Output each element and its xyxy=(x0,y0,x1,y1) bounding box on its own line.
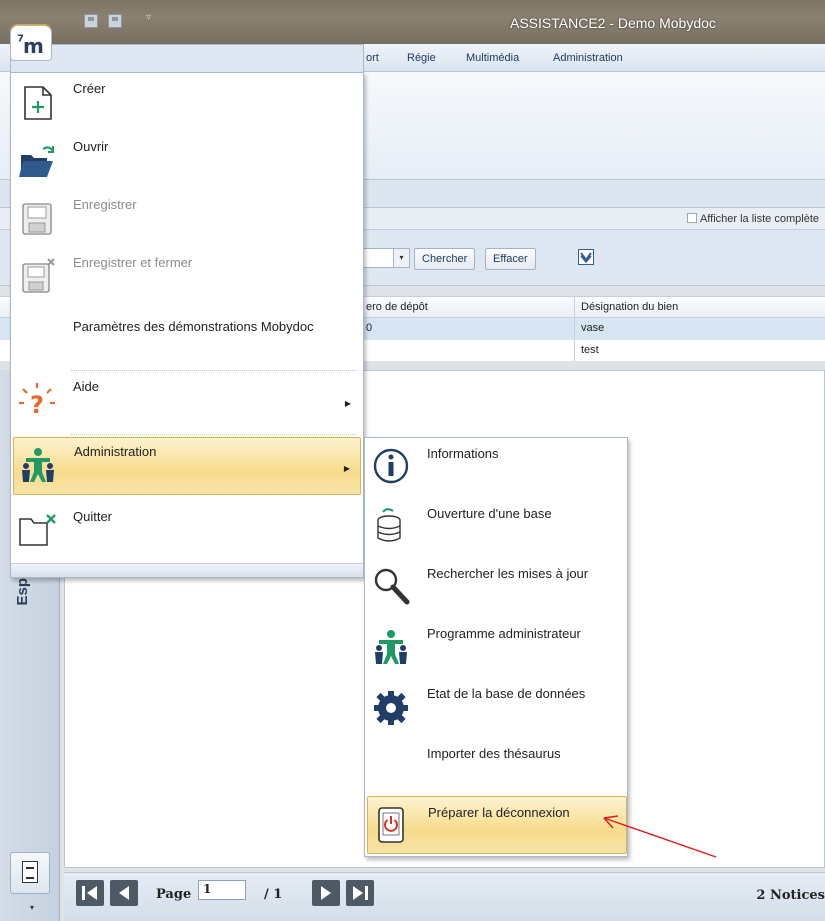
submenu-item-prepare-disconnect[interactable]: Préparer la déconnexion xyxy=(367,796,627,854)
menu-item-demo-settings[interactable]: Paramètres des démonstrations Mobydoc xyxy=(13,307,361,365)
tab-regie[interactable]: Régie xyxy=(407,52,436,64)
search-icon xyxy=(374,568,410,605)
submenu-item-check-updates[interactable]: Rechercher les mises à jour xyxy=(367,558,627,616)
menu-item-save-close: Enregistrer et fermer xyxy=(13,249,361,307)
menu-item-create[interactable]: Créer xyxy=(13,75,361,133)
submenu-item-label: Préparer la déconnexion xyxy=(428,805,570,820)
show-all-checkbox[interactable]: Afficher la liste complète xyxy=(686,213,819,225)
notice-count: 2 Notices xyxy=(756,888,825,903)
show-all-label: Afficher la liste complète xyxy=(699,213,819,225)
submenu-item-label: Rechercher les mises à jour xyxy=(427,566,589,581)
save-close-icon xyxy=(22,258,55,293)
save-quick-icon[interactable] xyxy=(84,14,98,28)
side-panel-label[interactable]: Esp xyxy=(14,578,31,606)
quit-icon xyxy=(19,514,56,546)
last-page-button[interactable] xyxy=(346,880,374,906)
submenu-arrow-icon: ▶ xyxy=(343,464,350,473)
search-button[interactable]: Chercher xyxy=(414,248,476,270)
menu-item-save: Enregistrer xyxy=(13,191,361,249)
menu-item-label: Créer xyxy=(73,81,106,96)
database-open-icon xyxy=(377,508,401,542)
last-page-icon xyxy=(353,886,368,900)
first-page-button[interactable] xyxy=(76,880,104,906)
select-all-icon[interactable] xyxy=(578,249,594,265)
chevron-down-icon[interactable]: ▾ xyxy=(393,249,409,267)
submenu-item-label: Ouverture d'une base xyxy=(427,506,552,521)
app-menu: Créer Ouvrir Enregistrer Enregistrer et … xyxy=(10,72,364,578)
chevron-down-icon[interactable]: ▾ xyxy=(30,903,34,912)
tab-administration[interactable]: Administration xyxy=(553,52,623,64)
submenu-item-import-thesaurus[interactable]: Importer des thésaurus xyxy=(367,738,627,796)
app-menu-header xyxy=(10,44,364,72)
menu-item-label: Administration xyxy=(74,444,157,459)
pager: Page 1 / 1 2 Notices xyxy=(64,872,825,921)
submenu-arrow-icon: ▶ xyxy=(344,399,351,408)
document-icon xyxy=(22,861,38,883)
page-label: Page xyxy=(156,887,192,902)
save-close-quick-icon[interactable] xyxy=(108,14,122,28)
page-number-input[interactable]: 1 xyxy=(198,880,246,900)
previous-page-button[interactable] xyxy=(110,880,138,906)
app-menu-footer xyxy=(11,563,363,577)
new-document-icon xyxy=(24,86,52,120)
power-icon xyxy=(378,807,404,843)
save-icon xyxy=(22,203,52,235)
cell-designation: test xyxy=(581,344,599,356)
menu-item-label: Aide xyxy=(73,379,100,394)
menu-item-quit[interactable]: Quitter xyxy=(13,503,361,561)
next-page-button[interactable] xyxy=(312,880,340,906)
menu-item-label: Ouvrir xyxy=(73,139,109,154)
administration-icon xyxy=(375,630,407,664)
column-depot-number[interactable]: ero de dépôt xyxy=(366,301,428,313)
first-page-icon xyxy=(82,886,97,900)
title-bar: ▿ ASSISTANCE2 - Demo Mobydoc xyxy=(0,0,825,44)
checkbox-icon[interactable] xyxy=(686,213,697,223)
submenu-item-label: Importer des thésaurus xyxy=(427,746,561,761)
menu-item-label: Paramètres des démonstrations Mobydoc xyxy=(73,319,314,334)
submenu-item-label: Programme administrateur xyxy=(427,626,581,641)
help-icon: ? xyxy=(19,383,55,419)
menu-item-label: Enregistrer et fermer xyxy=(73,255,193,270)
menu-item-label: Enregistrer xyxy=(73,197,137,212)
column-designation[interactable]: Désignation du bien xyxy=(581,301,678,313)
submenu-item-label: Etat de la base de données xyxy=(427,686,586,701)
notice-view-button[interactable] xyxy=(10,852,50,894)
open-folder-icon xyxy=(19,146,54,177)
previous-page-icon xyxy=(119,886,129,900)
submenu-item-label: Informations xyxy=(427,446,499,461)
svg-text:?: ? xyxy=(30,391,44,419)
menu-item-open[interactable]: Ouvrir xyxy=(13,133,361,191)
menu-item-help[interactable]: ? Aide ▶ xyxy=(13,373,361,431)
window-title: ASSISTANCE2 - Demo Mobydoc xyxy=(510,15,716,31)
administration-icon xyxy=(22,448,54,482)
administration-submenu: Informations Ouverture d'une base Recher… xyxy=(364,437,628,857)
page-total: / 1 xyxy=(264,887,283,902)
menu-item-label: Quitter xyxy=(73,509,113,524)
tab-multimedia[interactable]: Multimédia xyxy=(466,52,519,64)
app-logo: m7 xyxy=(17,33,44,58)
submenu-item-informations[interactable]: Informations xyxy=(367,438,627,496)
submenu-item-admin-program[interactable]: Programme administrateur xyxy=(367,618,627,676)
tab-report[interactable]: ort xyxy=(366,52,379,64)
app-menu-button[interactable]: m7 xyxy=(10,25,52,61)
menu-item-administration[interactable]: Administration ▶ xyxy=(13,437,361,495)
clear-button[interactable]: Effacer xyxy=(485,248,536,270)
next-page-icon xyxy=(321,886,331,900)
submenu-item-database-status[interactable]: Etat de la base de données xyxy=(367,678,627,736)
submenu-item-open-database[interactable]: Ouverture d'une base xyxy=(367,498,627,556)
cell-designation: vase xyxy=(581,322,605,334)
info-icon xyxy=(373,448,409,484)
cell-depot-number: 0 xyxy=(366,322,373,334)
quick-access-dropdown-icon[interactable]: ▿ xyxy=(146,12,151,23)
gear-icon xyxy=(374,691,408,725)
